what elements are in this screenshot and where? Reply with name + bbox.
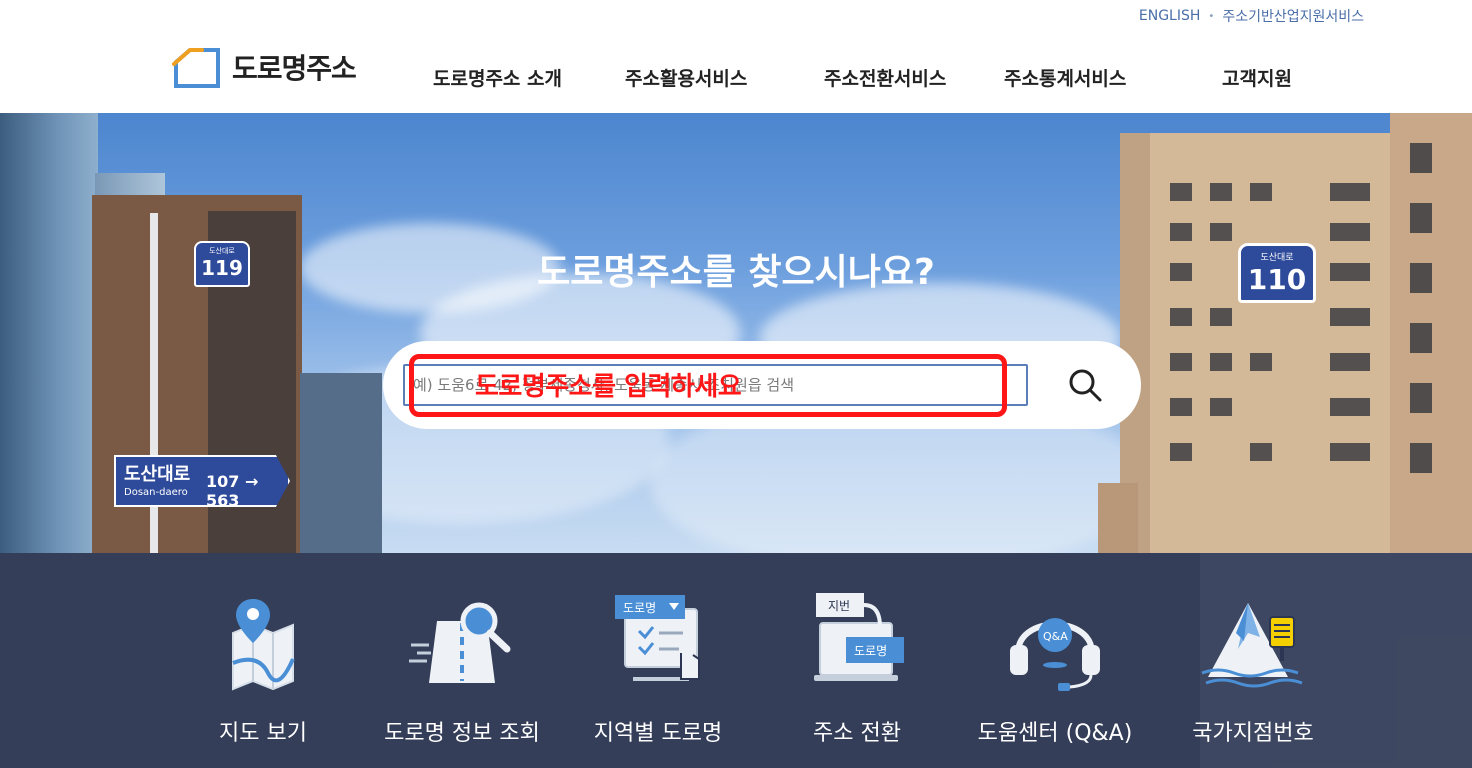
- map-icon: [232, 599, 295, 691]
- window: [1210, 183, 1232, 201]
- english-link[interactable]: ENGLISH: [1139, 8, 1201, 24]
- utility-bar: ENGLISH • 주소기반산업지원서비스: [1139, 6, 1364, 26]
- window: [1410, 443, 1432, 473]
- quick-label: 지역별 도로명: [593, 721, 723, 746]
- quick-menu: 지도 보기 도로명 정보 조회 도로명 지역별 도로명 지번 도로명 주소 전환…: [0, 553, 1472, 768]
- nav-customer-support[interactable]: 고객지원: [1222, 64, 1292, 91]
- glass-tower-left: [0, 113, 98, 553]
- window: [1210, 308, 1232, 326]
- window: [1330, 183, 1370, 201]
- search-icon[interactable]: [1067, 367, 1103, 403]
- road-sign-roman: Dosan-daero: [124, 487, 188, 498]
- quick-label: 도로명 정보 조회: [384, 721, 540, 746]
- window: [1170, 443, 1192, 461]
- quick-map-view[interactable]: 지도 보기: [168, 593, 358, 747]
- window: [1410, 143, 1432, 173]
- window: [1330, 223, 1370, 241]
- help-center-icon-qa: Q&A: [1043, 630, 1068, 643]
- window: [1250, 183, 1272, 201]
- window: [1170, 183, 1192, 201]
- region-road-icon: 도로명: [615, 595, 700, 681]
- nav-intro[interactable]: 도로명주소 소개: [433, 64, 562, 91]
- quick-label: 도움센터 (Q&A): [977, 721, 1133, 746]
- window: [1250, 443, 1272, 461]
- annotation-text: 도로명주소를 입력하세요: [475, 372, 742, 402]
- short-building-right: [1098, 483, 1138, 553]
- window: [1410, 383, 1432, 413]
- window: [1170, 223, 1192, 241]
- quick-regional-roads[interactable]: 도로명 지역별 도로명: [563, 593, 753, 747]
- quick-help-center[interactable]: Q&A 도움센터 (Q&A): [960, 593, 1150, 747]
- main-navigation: 도로명주소 소개 주소활용서비스 주소전환서비스 주소통계서비스 고객지원: [0, 64, 1472, 94]
- road-sign-dosan-daero: 도산대로 Dosan-daero 107 → 563: [114, 455, 290, 507]
- window: [1410, 203, 1432, 233]
- nav-address-conversion[interactable]: 주소전환서비스: [824, 64, 946, 91]
- window: [1330, 308, 1370, 326]
- window: [1330, 353, 1370, 371]
- region-road-icon-dropdown: 도로명: [623, 601, 656, 615]
- window: [1330, 443, 1370, 461]
- help-center-icon: Q&A: [1010, 618, 1100, 691]
- road-sign-range: 107 → 563: [206, 472, 259, 510]
- road-search-icon: [409, 602, 511, 683]
- quick-label: 지도 보기: [219, 721, 307, 746]
- quick-label: 국가지점번호: [1192, 721, 1314, 746]
- support-service-link[interactable]: 주소기반산업지원서비스: [1222, 6, 1364, 26]
- window: [1170, 308, 1192, 326]
- window: [1250, 353, 1272, 371]
- address-convert-icon: 지번 도로명: [814, 593, 904, 681]
- window: [1330, 398, 1370, 416]
- quick-address-conversion[interactable]: 지번 도로명 주소 전환: [762, 593, 952, 747]
- window: [1170, 353, 1192, 371]
- window: [1210, 398, 1232, 416]
- quick-label: 주소 전환: [813, 721, 901, 746]
- nav-address-utilization[interactable]: 주소활용서비스: [625, 64, 747, 91]
- window: [1410, 323, 1432, 353]
- address-convert-icon-road: 도로명: [854, 644, 887, 658]
- separator-dot: •: [1208, 10, 1215, 22]
- window: [1210, 223, 1232, 241]
- quick-national-point[interactable]: 국가지점번호: [1158, 593, 1348, 747]
- window: [1170, 398, 1192, 416]
- address-convert-icon-jibun: 지번: [828, 599, 850, 613]
- hero-title: 도로명주소를 찾으시나요?: [537, 252, 935, 293]
- road-sign-name: 도산대로: [124, 464, 191, 485]
- quick-road-info[interactable]: 도로명 정보 조회: [367, 593, 557, 747]
- hero-banner: 도산대로 119 도산대로 110 도산대로 Dosan-daero 107 →…: [0, 113, 1472, 553]
- window: [1210, 353, 1232, 371]
- nav-address-statistics[interactable]: 주소통계서비스: [1004, 64, 1126, 91]
- blue-building-left: [300, 373, 382, 553]
- national-point-icon: [1201, 603, 1303, 688]
